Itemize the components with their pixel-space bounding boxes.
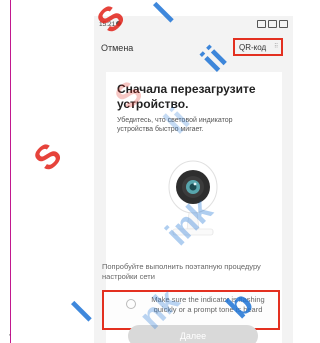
phone-screen: 15:21 Отмена QR-код ⠿ Сначала перезагруз…: [94, 16, 293, 343]
indicator-confirm-row[interactable]: Make sure the indicator is flashing quic…: [102, 290, 280, 330]
status-icons: [257, 20, 288, 28]
signal-icon: [257, 20, 266, 28]
card-title: Сначала перезагрузите устройство.: [117, 82, 256, 111]
header: Отмена QR-код ⠿: [94, 38, 293, 60]
watermark: S: [26, 135, 70, 179]
notification-icon: [116, 21, 121, 26]
page-border-line: [10, 0, 11, 343]
next-button[interactable]: Далее: [128, 325, 258, 343]
reset-instruction-link[interactable]: Попробуйте выполнить поэтапную процедуру…: [102, 262, 292, 282]
confirm-checkbox[interactable]: [126, 299, 136, 309]
cancel-button[interactable]: Отмена: [101, 43, 133, 53]
wifi-icon: [268, 20, 277, 28]
qr-code-button[interactable]: QR-код ⠿: [233, 38, 283, 56]
qr-code-icon: ⠿: [274, 44, 279, 50]
card-description: Убедитесь, что световой индикатор устрой…: [117, 117, 233, 133]
instruction-card: Сначала перезагрузите устройство. Убедит…: [102, 72, 282, 343]
qr-code-label: QR-код: [239, 43, 267, 52]
camera-illustration-icon: [168, 160, 218, 236]
battery-icon: [279, 20, 288, 28]
status-time: 15:21: [99, 21, 116, 28]
indicator-confirm-text: Make sure the indicator is flashing quic…: [151, 295, 265, 314]
status-bar: 15:21: [94, 16, 293, 32]
corner-mark: ,: [9, 331, 11, 337]
